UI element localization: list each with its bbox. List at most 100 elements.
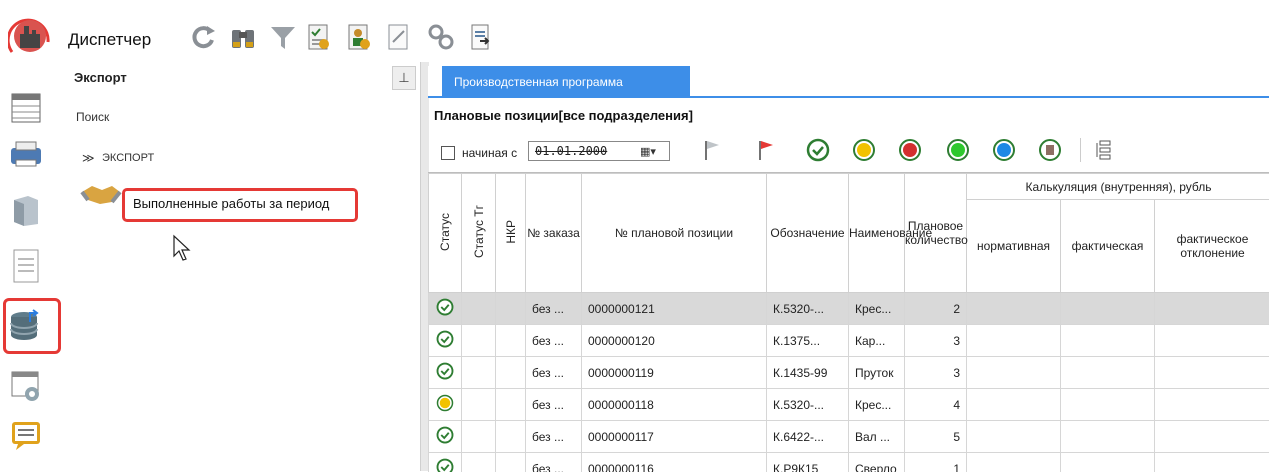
- cell-designation[interactable]: К.Р9К15: [767, 453, 849, 472]
- col-status-tr[interactable]: Статус Тг: [462, 174, 496, 293]
- cell-nkr[interactable]: [496, 421, 526, 453]
- cell-designation[interactable]: К.6422-...: [767, 421, 849, 453]
- cell-name[interactable]: Сверло: [849, 453, 905, 472]
- table-icon[interactable]: [8, 90, 44, 126]
- cell-name[interactable]: Крес...: [849, 389, 905, 421]
- chevron-down-icon[interactable]: ≫: [82, 151, 95, 165]
- cell-plan-pos[interactable]: 0000000120: [582, 325, 767, 357]
- cell-status[interactable]: [429, 421, 462, 453]
- cell-plan-qty[interactable]: 3: [905, 325, 967, 357]
- cell-order[interactable]: без ...: [526, 389, 582, 421]
- status-blue-icon[interactable]: [992, 138, 1016, 162]
- table-row[interactable]: без ...0000000118К.5320-...Крес...4: [429, 389, 1269, 421]
- cell-name[interactable]: Пруток: [849, 357, 905, 389]
- status-yellow-icon[interactable]: [852, 138, 876, 162]
- cell-actual[interactable]: [1061, 293, 1155, 325]
- table-row[interactable]: без ...0000000116К.Р9К15Сверло1: [429, 453, 1269, 472]
- document-icon[interactable]: [8, 248, 44, 284]
- cell-plan-pos[interactable]: 0000000117: [582, 421, 767, 453]
- cell-status-tr[interactable]: [462, 453, 496, 472]
- cell-order[interactable]: без ...: [526, 421, 582, 453]
- col-order-no[interactable]: № заказа: [526, 174, 582, 293]
- cell-normative[interactable]: [967, 389, 1061, 421]
- books-icon[interactable]: [8, 192, 44, 228]
- message-icon[interactable]: [8, 418, 44, 454]
- cell-plan-qty[interactable]: 2: [905, 293, 967, 325]
- cell-status-tr[interactable]: [462, 325, 496, 357]
- cell-actual[interactable]: [1061, 389, 1155, 421]
- table-row[interactable]: без ...0000000120К.1375...Кар...3: [429, 325, 1269, 357]
- document-arrow-icon[interactable]: [466, 22, 496, 52]
- cell-plan-pos[interactable]: 0000000116: [582, 453, 767, 472]
- cell-name[interactable]: Крес...: [849, 293, 905, 325]
- cell-nkr[interactable]: [496, 357, 526, 389]
- cell-plan-pos[interactable]: 0000000118: [582, 389, 767, 421]
- cell-plan-qty[interactable]: 1: [905, 453, 967, 472]
- cell-normative[interactable]: [967, 357, 1061, 389]
- col-name[interactable]: Наименование: [849, 174, 905, 293]
- cell-plan-qty[interactable]: 3: [905, 357, 967, 389]
- col-normative[interactable]: нормативная: [967, 200, 1061, 293]
- cell-actual-dev[interactable]: [1155, 453, 1269, 472]
- cell-plan-pos[interactable]: 0000000121: [582, 293, 767, 325]
- cell-designation[interactable]: К.5320-...: [767, 293, 849, 325]
- cell-designation[interactable]: К.1375...: [767, 325, 849, 357]
- col-plan-pos[interactable]: № плановой позиции: [582, 174, 767, 293]
- table-row[interactable]: без ...0000000121К.5320-...Крес...2: [429, 293, 1269, 325]
- cell-status[interactable]: [429, 357, 462, 389]
- cell-designation[interactable]: К.5320-...: [767, 389, 849, 421]
- refresh-icon[interactable]: [188, 22, 218, 52]
- table-row[interactable]: без ...0000000117К.6422-...Вал ...5: [429, 421, 1269, 453]
- cell-designation[interactable]: К.1435-99: [767, 357, 849, 389]
- cell-status-tr[interactable]: [462, 421, 496, 453]
- cell-status-tr[interactable]: [462, 293, 496, 325]
- cell-plan-qty[interactable]: 5: [905, 421, 967, 453]
- binoculars-icon[interactable]: [228, 22, 258, 52]
- status-doc-icon[interactable]: [1038, 138, 1062, 162]
- status-check-icon[interactable]: [806, 138, 830, 162]
- calendar-dropdown-icon[interactable]: ▦▾: [640, 145, 656, 158]
- cell-status-tr[interactable]: [462, 389, 496, 421]
- report-item-completed-works[interactable]: Выполненные работы за период: [122, 188, 358, 222]
- cell-actual[interactable]: [1061, 453, 1155, 472]
- col-actual[interactable]: фактическая: [1061, 200, 1155, 293]
- col-nkr[interactable]: НКР: [496, 174, 526, 293]
- cell-normative[interactable]: [967, 421, 1061, 453]
- cell-actual-dev[interactable]: [1155, 421, 1269, 453]
- cell-status-tr[interactable]: [462, 357, 496, 389]
- section-label[interactable]: ЭКСПОРТ: [102, 152, 154, 164]
- cell-name[interactable]: Кар...: [849, 325, 905, 357]
- cell-status[interactable]: [429, 293, 462, 325]
- cell-nkr[interactable]: [496, 453, 526, 472]
- printer-icon[interactable]: [8, 136, 44, 172]
- cell-actual-dev[interactable]: [1155, 293, 1269, 325]
- cell-status[interactable]: [429, 453, 462, 472]
- filter-icon[interactable]: [268, 22, 298, 52]
- cell-order[interactable]: без ...: [526, 325, 582, 357]
- report-check-icon[interactable]: [304, 22, 334, 52]
- flag-gray-icon[interactable]: [700, 138, 724, 162]
- col-designation[interactable]: Обозначение: [767, 174, 849, 293]
- cell-actual-dev[interactable]: [1155, 389, 1269, 421]
- cell-normative[interactable]: [967, 453, 1061, 472]
- col-plan-qty[interactable]: Плановое количество: [905, 174, 967, 293]
- col-status[interactable]: Статус: [429, 174, 462, 293]
- gears-icon[interactable]: [426, 22, 456, 52]
- cell-normative[interactable]: [967, 293, 1061, 325]
- search-link[interactable]: Поиск: [76, 110, 109, 124]
- edit-doc-icon[interactable]: [384, 22, 414, 52]
- start-date-checkbox[interactable]: [441, 146, 455, 160]
- table-row[interactable]: без ...0000000119К.1435-99Пруток3: [429, 357, 1269, 389]
- flag-red-icon[interactable]: [754, 138, 778, 162]
- cell-status[interactable]: [429, 389, 462, 421]
- status-red-icon[interactable]: [898, 138, 922, 162]
- table-settings-icon[interactable]: [8, 368, 44, 404]
- cell-nkr[interactable]: [496, 389, 526, 421]
- cell-status[interactable]: [429, 325, 462, 357]
- cell-actual-dev[interactable]: [1155, 357, 1269, 389]
- cell-normative[interactable]: [967, 325, 1061, 357]
- col-actual-dev[interactable]: фактическое отклонение: [1155, 200, 1269, 293]
- cell-plan-qty[interactable]: 4: [905, 389, 967, 421]
- cell-name[interactable]: Вал ...: [849, 421, 905, 453]
- cell-order[interactable]: без ...: [526, 357, 582, 389]
